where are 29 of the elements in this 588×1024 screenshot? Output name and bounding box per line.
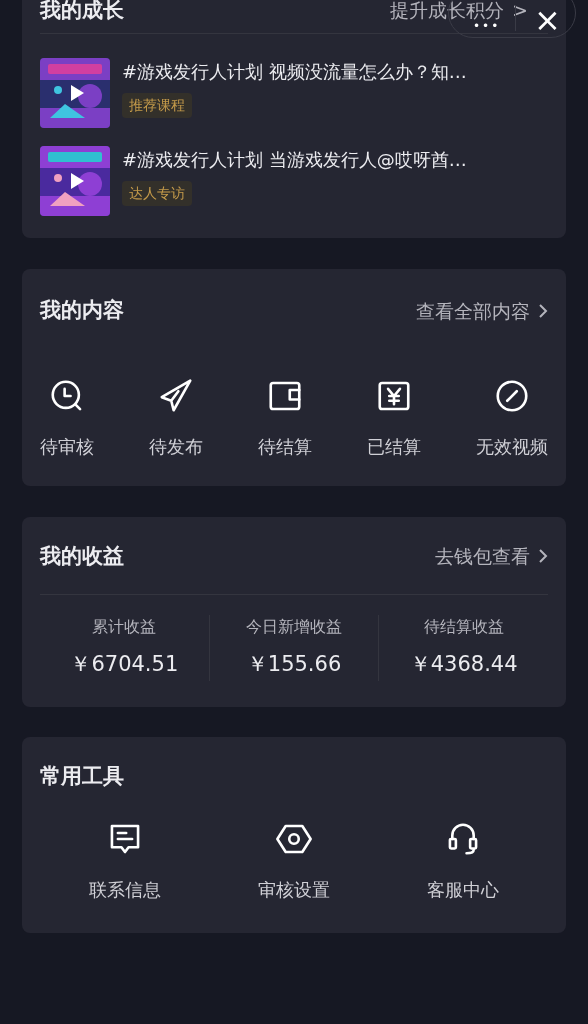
play-icon xyxy=(69,84,85,102)
course-title[interactable]: #游戏发行人计划 视频没流量怎么办？知… xyxy=(122,58,467,85)
tool-shortcut[interactable]: 联系信息 xyxy=(40,820,210,903)
section-link[interactable]: 查看全部内容 xyxy=(416,296,548,325)
content-shortcut[interactable]: 待审核 xyxy=(40,376,94,460)
play-icon xyxy=(69,172,85,190)
stat-value: ￥4368.44 xyxy=(409,651,518,678)
section-title: 常用工具 xyxy=(40,762,124,790)
content-shortcut[interactable]: 待发布 xyxy=(149,376,203,460)
course-tag: 达人专访 xyxy=(122,181,192,206)
stat-label: 今日新增收益 xyxy=(246,616,342,638)
section-link[interactable]: 去钱包查看 xyxy=(435,542,548,571)
more-button[interactable]: ••• xyxy=(473,20,499,32)
content-shortcut[interactable]: 待结算 xyxy=(258,376,312,460)
section-title: 我的收益 xyxy=(40,542,124,570)
stat-value: ￥6704.51 xyxy=(70,651,179,678)
course-title[interactable]: #游戏发行人计划 当游戏发行人@哎呀酋… xyxy=(122,146,467,173)
chevron-right-icon xyxy=(538,548,548,565)
tool-shortcut[interactable]: 客服中心 xyxy=(378,820,548,903)
stat-value: ￥155.66 xyxy=(246,651,342,678)
stat-label: 累计收益 xyxy=(92,616,157,638)
section-title: 我的内容 xyxy=(40,297,124,324)
tool-shortcut[interactable]: 审核设置 xyxy=(209,820,379,903)
close-button[interactable]: × xyxy=(534,4,560,36)
course-tag: 推荐课程 xyxy=(122,93,192,118)
chevron-right-icon xyxy=(538,302,548,319)
content-shortcut[interactable]: 已结算 xyxy=(367,376,421,460)
content-shortcut[interactable]: 无效视频 xyxy=(476,376,548,460)
stat-label: 待结算收益 xyxy=(423,616,504,638)
